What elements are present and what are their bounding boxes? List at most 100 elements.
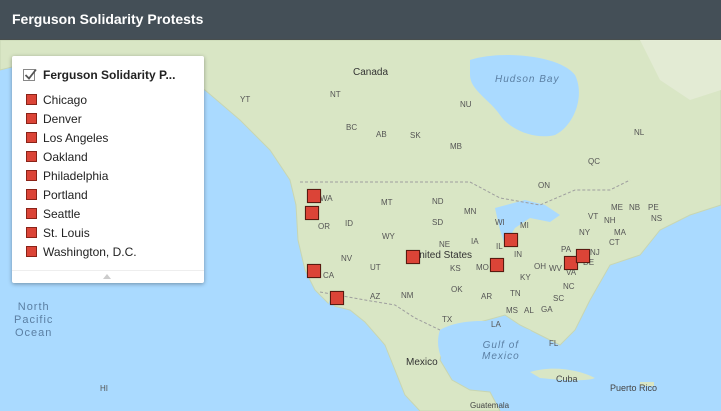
marker-seattle[interactable] <box>307 189 321 203</box>
label-canada: Canada <box>353 67 389 78</box>
marker-philadelphia[interactable] <box>576 249 590 263</box>
legend-item[interactable]: Washington, D.C. <box>26 242 137 261</box>
map-canvas[interactable]: Ferguson Solidarity Protests Canada Unit… <box>0 0 721 411</box>
legend-item-list: Chicago Denver Los Angeles Oakland Phila… <box>26 90 137 261</box>
label-nv: NV <box>341 254 353 263</box>
label-qc: QC <box>588 157 600 166</box>
label-ns: NS <box>651 214 663 223</box>
legend-layer-header[interactable]: Ferguson Solidarity P... <box>22 66 175 84</box>
legend-item-label: Oakland <box>43 149 88 164</box>
label-il: IL <box>496 242 503 251</box>
label-ne: NE <box>439 240 451 249</box>
label-ar: AR <box>481 292 493 301</box>
label-oh: OH <box>534 262 546 271</box>
legend-item[interactable]: Portland <box>26 185 137 204</box>
label-mt: MT <box>381 198 393 207</box>
label-guatemala: Guatemala <box>470 401 510 410</box>
label-north-pacific-ocean: North Pacific Ocean <box>14 301 54 339</box>
label-nh: NH <box>604 216 616 225</box>
label-ga: GA <box>541 305 553 314</box>
label-me: ME <box>611 203 623 212</box>
marker-st-louis[interactable] <box>490 258 504 272</box>
legend-swatch <box>26 132 37 143</box>
label-mo: MO <box>476 263 489 272</box>
label-mb: MB <box>450 142 462 151</box>
label-ca: CA <box>323 271 335 280</box>
legend-swatch <box>26 113 37 124</box>
label-cuba: Cuba <box>556 374 578 384</box>
label-hi: HI <box>100 384 108 393</box>
label-wa: WA <box>320 194 333 203</box>
legend-item[interactable]: Philadelphia <box>26 166 137 185</box>
label-ky: KY <box>520 273 531 282</box>
label-ma: MA <box>614 228 626 237</box>
label-sd: SD <box>432 218 444 227</box>
label-mi: MI <box>520 221 529 230</box>
legend-item-label: Denver <box>43 111 82 126</box>
legend-item[interactable]: Seattle <box>26 204 137 223</box>
label-nm: NM <box>401 291 414 300</box>
legend-item[interactable]: Los Angeles <box>26 128 137 147</box>
label-or: OR <box>318 222 330 231</box>
label-nl: NL <box>634 128 645 137</box>
label-nd: ND <box>432 197 444 206</box>
label-ab: AB <box>376 130 387 139</box>
label-in: IN <box>514 250 522 259</box>
legend-swatch <box>26 170 37 181</box>
label-nt: NT <box>330 90 341 99</box>
legend-item[interactable]: St. Louis <box>26 223 137 242</box>
legend-swatch <box>26 208 37 219</box>
legend-item[interactable]: Denver <box>26 109 137 128</box>
label-nb: NB <box>629 203 641 212</box>
legend-layer-name: Ferguson Solidarity P... <box>43 68 176 82</box>
legend-swatch <box>26 189 37 200</box>
label-ms: MS <box>506 306 518 315</box>
label-sc: SC <box>553 294 565 303</box>
label-az: AZ <box>370 292 381 301</box>
layer-checkbox-icon[interactable] <box>22 67 38 83</box>
marker-portland[interactable] <box>305 206 319 220</box>
marker-denver[interactable] <box>406 250 420 264</box>
label-puerto-rico: Puerto Rico <box>610 383 658 393</box>
label-tx: TX <box>442 315 453 324</box>
legend-swatch <box>26 246 37 257</box>
label-hudson-bay: Hudson Bay <box>495 74 560 85</box>
marker-los-angeles[interactable] <box>330 291 344 305</box>
label-la: LA <box>491 320 501 329</box>
label-mn: MN <box>464 207 477 216</box>
label-wy: WY <box>382 232 395 241</box>
label-ia: IA <box>471 237 479 246</box>
legend-swatch <box>26 94 37 105</box>
legend-swatch <box>26 227 37 238</box>
legend-item-label: St. Louis <box>43 225 90 240</box>
label-sk: SK <box>410 131 421 140</box>
legend-swatch <box>26 151 37 162</box>
label-ks: KS <box>450 264 461 273</box>
label-tn: TN <box>510 289 521 298</box>
label-ut: UT <box>370 263 381 272</box>
marker-oakland[interactable] <box>307 264 321 278</box>
label-id: ID <box>345 219 353 228</box>
label-nj: NJ <box>590 248 600 257</box>
marker-chicago[interactable] <box>504 233 518 247</box>
label-wv: WV <box>549 264 562 273</box>
legend-item-label: Philadelphia <box>43 168 109 183</box>
legend-item-label: Chicago <box>43 92 88 107</box>
label-pa: PA <box>561 245 572 254</box>
label-vt: VT <box>588 212 599 221</box>
label-fl: FL <box>549 339 559 348</box>
label-united-states: United States <box>412 250 473 261</box>
legend-collapse-button[interactable] <box>12 270 204 283</box>
legend-item-label: Los Angeles <box>43 130 109 145</box>
title-bar: Ferguson Solidarity Protests <box>0 0 721 40</box>
label-ok: OK <box>451 285 463 294</box>
label-mexico: Mexico <box>406 357 438 368</box>
legend-item[interactable]: Chicago <box>26 90 137 109</box>
label-ct: CT <box>609 238 620 247</box>
label-yt: YT <box>240 95 251 104</box>
label-nc: NC <box>563 282 575 291</box>
collapse-arrow-icon <box>103 274 111 279</box>
legend-item-label: Seattle <box>43 206 81 221</box>
legend-item[interactable]: Oakland <box>26 147 137 166</box>
label-bc: BC <box>346 123 358 132</box>
